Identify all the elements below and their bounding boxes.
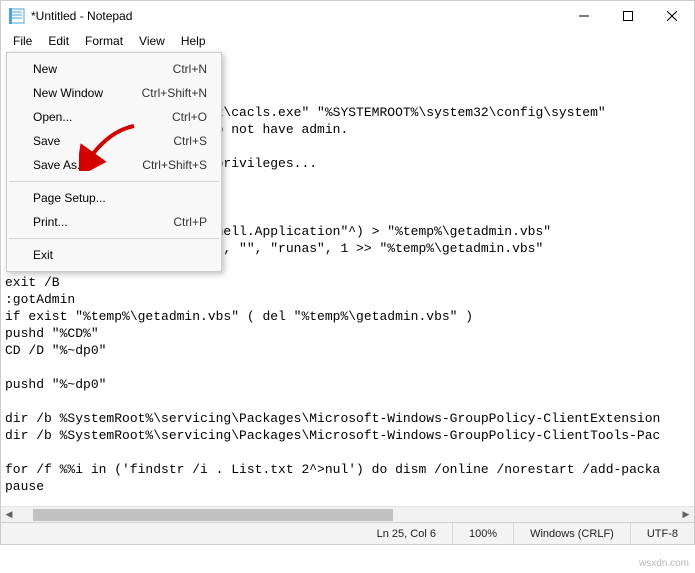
notepad-window: *Untitled - Notepad File Edit Format Vie… bbox=[0, 0, 695, 545]
status-caret: Ln 25, Col 6 bbox=[361, 523, 452, 544]
status-zoom: 100% bbox=[452, 523, 513, 544]
file-menu-dropdown: New Ctrl+N New Window Ctrl+Shift+N Open.… bbox=[6, 52, 222, 272]
watermark: wsxdn.com bbox=[639, 558, 689, 569]
menu-item-label: Save As... bbox=[33, 158, 142, 172]
status-bar: Ln 25, Col 6 100% Windows (CRLF) UTF-8 bbox=[1, 522, 694, 544]
notepad-icon bbox=[9, 8, 25, 24]
menu-item-shortcut: Ctrl+S bbox=[173, 134, 207, 148]
menu-format[interactable]: Format bbox=[77, 32, 131, 50]
menu-item-shortcut: Ctrl+Shift+S bbox=[142, 158, 207, 172]
title-bar: *Untitled - Notepad bbox=[1, 1, 694, 31]
file-save[interactable]: Save Ctrl+S bbox=[7, 129, 221, 153]
scroll-thumb[interactable] bbox=[33, 509, 393, 521]
window-title: *Untitled - Notepad bbox=[31, 9, 562, 23]
menu-item-shortcut: Ctrl+P bbox=[173, 215, 207, 229]
menu-item-label: Open... bbox=[33, 110, 172, 124]
maximize-button[interactable] bbox=[606, 1, 650, 31]
menu-item-label: New Window bbox=[33, 86, 142, 100]
file-new-window[interactable]: New Window Ctrl+Shift+N bbox=[7, 81, 221, 105]
menu-item-shortcut: Ctrl+O bbox=[172, 110, 207, 124]
horizontal-scrollbar[interactable]: ◀ ▶ bbox=[1, 506, 694, 522]
file-exit[interactable]: Exit bbox=[7, 243, 221, 267]
menu-item-shortcut: Ctrl+Shift+N bbox=[142, 86, 207, 100]
minimize-button[interactable] bbox=[562, 1, 606, 31]
file-print[interactable]: Print... Ctrl+P bbox=[7, 210, 221, 234]
file-save-as[interactable]: Save As... Ctrl+Shift+S bbox=[7, 153, 221, 177]
close-button[interactable] bbox=[650, 1, 694, 31]
menu-separator bbox=[9, 238, 219, 239]
menu-file[interactable]: File bbox=[5, 32, 40, 50]
file-page-setup[interactable]: Page Setup... bbox=[7, 186, 221, 210]
scroll-left-icon[interactable]: ◀ bbox=[1, 507, 17, 523]
menu-bar: File Edit Format View Help bbox=[1, 31, 694, 51]
menu-item-label: Print... bbox=[33, 215, 173, 229]
menu-item-label: Exit bbox=[33, 248, 207, 262]
scroll-right-icon[interactable]: ▶ bbox=[678, 507, 694, 523]
menu-item-label: Page Setup... bbox=[33, 191, 207, 205]
status-eol: Windows (CRLF) bbox=[513, 523, 630, 544]
menu-item-label: Save bbox=[33, 134, 173, 148]
file-new[interactable]: New Ctrl+N bbox=[7, 57, 221, 81]
menu-view[interactable]: View bbox=[131, 32, 173, 50]
file-open[interactable]: Open... Ctrl+O bbox=[7, 105, 221, 129]
menu-item-label: New bbox=[33, 62, 173, 76]
menu-item-shortcut: Ctrl+N bbox=[173, 62, 207, 76]
menu-help[interactable]: Help bbox=[173, 32, 214, 50]
menu-separator bbox=[9, 181, 219, 182]
status-encoding: UTF-8 bbox=[630, 523, 694, 544]
menu-edit[interactable]: Edit bbox=[40, 32, 77, 50]
